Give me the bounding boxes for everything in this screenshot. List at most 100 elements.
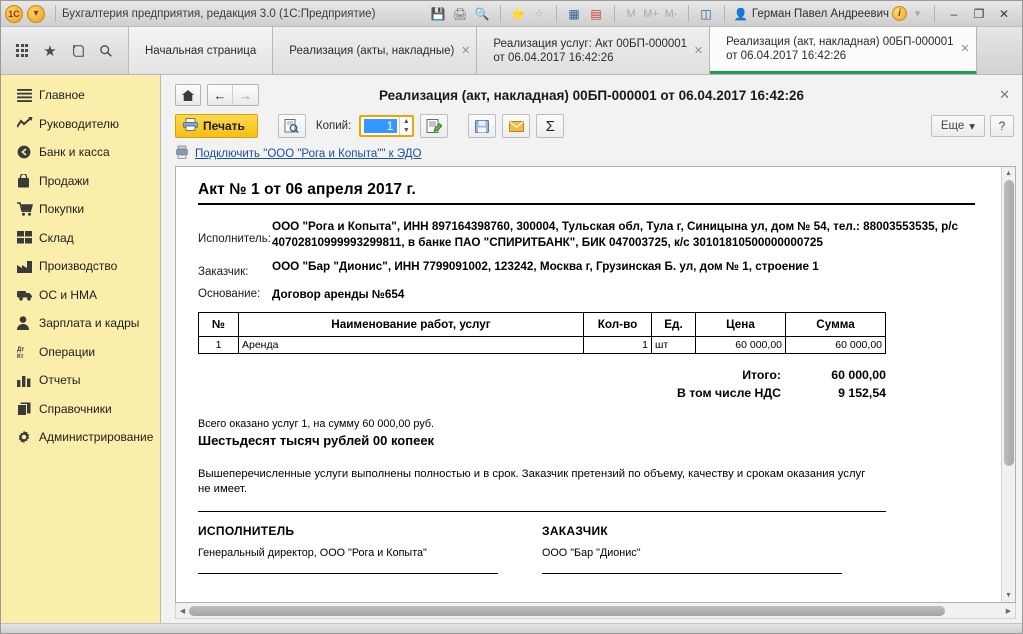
memory-m-minus-button[interactable]: M- — [662, 4, 681, 23]
print-icon[interactable]: 🖨 — [450, 4, 471, 23]
sidebar-item-bank-cash[interactable]: Банк и касса — [1, 138, 160, 167]
document-title: Акт № 1 от 06 апреля 2017 г. — [198, 181, 416, 198]
favorites-icon[interactable]: ☆ — [530, 4, 549, 23]
print-preview-icon[interactable] — [277, 114, 306, 138]
document-page[interactable]: Акт № 1 от 06 апреля 2017 г. Исполнитель… — [176, 167, 1001, 602]
close-button[interactable]: ✕ — [992, 4, 1016, 23]
scroll-up-icon[interactable]: ▲ — [1002, 167, 1016, 180]
search-icon[interactable] — [93, 38, 119, 64]
minimize-button[interactable]: – — [942, 4, 966, 23]
tab-realization-act-invoice[interactable]: Реализация (акт, накладная) 00БП-000001 … — [710, 27, 977, 74]
basis-value: Договор аренды №654 — [272, 288, 405, 301]
signature-line — [198, 572, 498, 574]
tab-close-icon[interactable]: ✕ — [694, 44, 703, 58]
user-account[interactable]: 👤 Герман Павел Андреевич — [734, 7, 889, 21]
more-button[interactable]: Еще ▾ — [930, 115, 985, 137]
divider — [555, 5, 557, 22]
svg-text:Кт: Кт — [17, 354, 24, 359]
tab-realization-services-act[interactable]: Реализация услуг: Акт 00БП-000001 от 06.… — [477, 27, 711, 74]
tab-close-icon[interactable]: ✕ — [960, 42, 969, 56]
status-bar — [1, 623, 1022, 633]
basis-row: Основание: Договор аренды №654 — [198, 287, 975, 303]
memory-m-button[interactable]: M — [622, 4, 641, 23]
cell-qty: 1 — [583, 335, 652, 354]
sidebar: Главное Руководителю Банк и касса Продаж… — [1, 75, 161, 623]
signature-customer: ЗАКАЗЧИК ООО "Бар "Дионис" — [542, 524, 886, 574]
print-button[interactable]: Печать — [175, 114, 258, 138]
scroll-right-icon[interactable]: ▶ — [1002, 607, 1015, 615]
horizontal-scrollbar[interactable]: ◀ ▶ — [175, 603, 1016, 619]
vertical-scroll-track[interactable] — [1002, 180, 1016, 589]
vertical-scroll-thumb[interactable] — [1003, 180, 1014, 467]
signature-title: ИСПОЛНИТЕЛЬ — [198, 523, 295, 538]
horizontal-scroll-track[interactable] — [189, 605, 1002, 617]
home-icon[interactable] — [175, 84, 201, 106]
table-row[interactable]: 1 Аренда 1 шт 60 000,00 60 000,00 — [198, 335, 886, 354]
sidebar-item-administration[interactable]: Администрирование — [1, 423, 160, 452]
copies-input[interactable] — [364, 119, 398, 133]
edit-document-icon[interactable] — [420, 114, 449, 138]
favorites-add-icon[interactable]: ⭐ — [508, 4, 529, 23]
sidebar-item-label: Склад — [39, 230, 74, 245]
truck-icon — [17, 289, 39, 301]
debit-credit-icon: Дт Кт — [17, 345, 39, 359]
forward-arrow-icon[interactable]: → — [233, 85, 258, 105]
copies-label: Копий: — [315, 120, 352, 132]
bar-chart-icon — [17, 374, 39, 387]
tab-realizations-list[interactable]: Реализация (акты, накладные) ✕ — [273, 27, 478, 74]
sidebar-item-warehouse[interactable]: Склад — [1, 224, 160, 253]
warehouse-grid-icon — [17, 231, 39, 244]
sidebar-item-main[interactable]: Главное — [1, 81, 160, 110]
system-menu-icon[interactable]: ▾ — [27, 4, 45, 23]
chevron-down-icon[interactable]: ▾ — [908, 4, 927, 23]
spinner-down-icon[interactable]: ▼ — [400, 126, 412, 135]
menu-grid-icon[interactable] — [9, 38, 35, 64]
sidebar-item-label: Отчеты — [39, 373, 81, 388]
spinner-arrows[interactable]: ▲ ▼ — [399, 117, 412, 135]
edo-connect-link[interactable]: Подключить "ООО "Рога и Копыта"" к ЭДО — [195, 148, 421, 160]
calendar-icon[interactable]: ▤ — [586, 4, 607, 23]
total-value: 60 000,00 — [831, 367, 886, 382]
tab-home[interactable]: Начальная страница — [129, 27, 274, 74]
vertical-scrollbar[interactable]: ▲ ▼ — [1001, 167, 1015, 602]
basis-label: Основание: — [198, 288, 261, 300]
scroll-left-icon[interactable]: ◀ — [176, 607, 189, 615]
sidebar-item-manager[interactable]: Руководителю — [1, 110, 160, 139]
save-icon[interactable]: 💾 — [428, 4, 449, 23]
horizontal-scroll-thumb[interactable] — [189, 605, 946, 616]
divider — [687, 5, 689, 22]
split-window-icon[interactable]: ◫ — [696, 4, 717, 23]
divider — [198, 510, 886, 512]
mail-icon[interactable] — [502, 114, 531, 138]
cell-unit: шт — [651, 335, 696, 354]
close-icon[interactable]: ✕ — [995, 87, 1014, 103]
title-bar: 1C ▾ Бухгалтерия предприятия, редакция 3… — [1, 1, 1022, 27]
print-preview-icon[interactable]: 🔍 — [472, 4, 493, 23]
sidebar-item-sales[interactable]: Продажи — [1, 167, 160, 196]
save-icon[interactable] — [468, 114, 497, 138]
summary-line: Всего оказано услуг 1, на сумму 60 000,0… — [198, 417, 435, 430]
sidebar-item-production[interactable]: Производство — [1, 252, 160, 281]
sum-icon[interactable]: Σ — [536, 114, 565, 138]
tab-close-icon[interactable]: ✕ — [461, 44, 470, 58]
info-icon[interactable]: i — [892, 6, 907, 21]
sidebar-item-reports[interactable]: Отчеты — [1, 366, 160, 395]
sidebar-item-purchases[interactable]: Покупки — [1, 195, 160, 224]
memory-m-plus-button[interactable]: M+ — [642, 4, 661, 23]
cell-num: 1 — [198, 335, 239, 354]
history-icon[interactable] — [65, 38, 91, 64]
spinner-up-icon[interactable]: ▲ — [400, 117, 412, 126]
copies-stepper[interactable]: ▲ ▼ — [359, 115, 415, 137]
scroll-down-icon[interactable]: ▼ — [1002, 589, 1016, 602]
sidebar-item-operations[interactable]: Дт Кт Операции — [1, 338, 160, 367]
calculator-icon[interactable]: ▦ — [564, 4, 585, 23]
sidebar-item-fixed-assets[interactable]: ОС и НМА — [1, 281, 160, 310]
favorites-star-icon[interactable]: ★ — [37, 38, 63, 64]
clause-text: Вышеперечисленные услуги выполнены полно… — [198, 467, 866, 495]
help-button[interactable]: ? — [990, 115, 1014, 137]
back-arrow-icon[interactable]: ← — [208, 85, 233, 105]
sidebar-item-salary-hr[interactable]: Зарплата и кадры — [1, 309, 160, 338]
maximize-button[interactable]: ❐ — [967, 4, 991, 23]
sidebar-item-catalogs[interactable]: Справочники — [1, 395, 160, 424]
divider — [723, 5, 725, 22]
